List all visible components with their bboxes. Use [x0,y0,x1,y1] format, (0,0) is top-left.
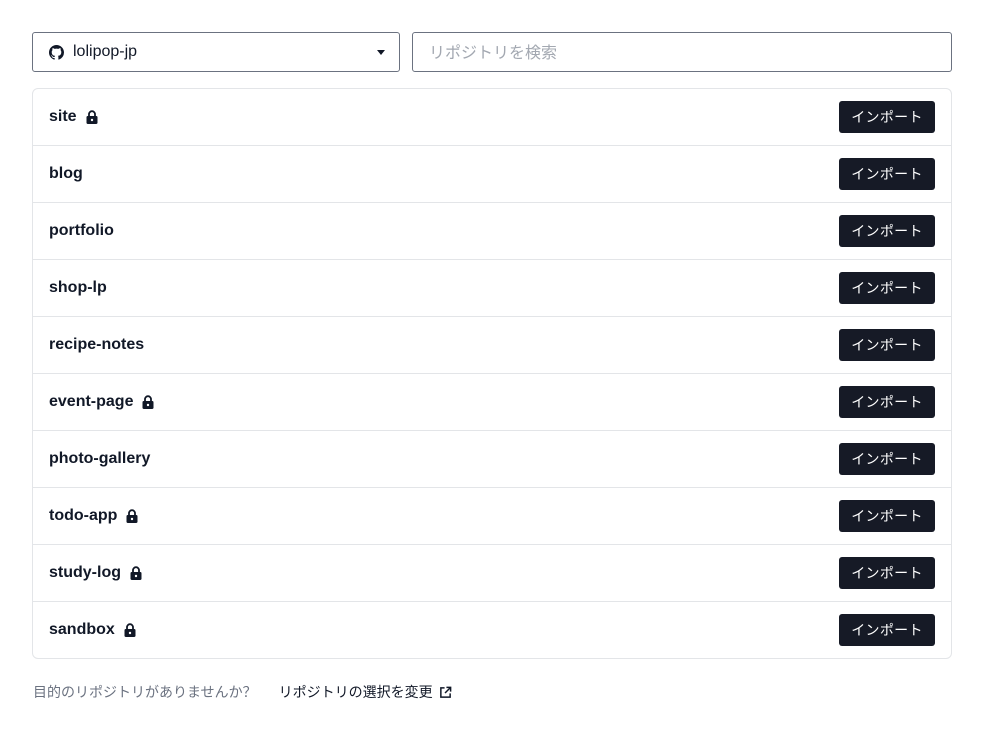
footer: 目的のリポジトリがありませんか？ リポジトリの選択を変更 [33,682,452,702]
import-button[interactable]: インポート [839,614,935,646]
repository-row: blog インポート [33,145,951,202]
repository-name: blog [49,165,83,182]
repository-import-panel: lolipop-jp site インポート blog インポート portfolio イン… [32,32,952,659]
footer-hint: 目的のリポジトリがありませんか？ [33,685,257,701]
account-select[interactable]: lolipop-jp [32,32,400,72]
import-button[interactable]: インポート [839,557,935,589]
lock-icon [126,509,138,523]
toolbar: lolipop-jp [32,32,952,72]
repository-row: portfolio インポート [33,202,951,259]
lock-icon [142,395,154,409]
import-button[interactable]: インポート [839,101,935,133]
account-select-value: lolipop-jp [73,43,138,60]
repository-name: shop-lp [49,279,107,296]
import-button[interactable]: インポート [839,329,935,361]
repository-row: recipe-notes インポート [33,316,951,373]
repository-row: study-log インポート [33,544,951,601]
lock-icon [86,110,98,124]
repository-name: site [49,108,77,125]
lock-icon [130,566,142,580]
repository-row: photo-gallery インポート [33,430,951,487]
repository-name: todo-app [49,507,118,524]
repository-name: sandbox [49,621,115,638]
repository-row: sandbox インポート [33,601,951,658]
repository-name: photo-gallery [49,450,151,467]
github-icon [49,44,64,60]
import-button[interactable]: インポート [839,500,935,532]
repository-name: study-log [49,564,121,581]
chevron-down-icon [377,49,385,55]
change-repository-selection-link[interactable]: リポジトリの選択を変更 [279,682,452,702]
import-button[interactable]: インポート [839,272,935,304]
repository-row: shop-lp インポート [33,259,951,316]
import-button[interactable]: インポート [839,386,935,418]
repository-row: todo-app インポート [33,487,951,544]
repository-name: event-page [49,393,134,410]
repository-row: site インポート [33,89,951,145]
repository-name: recipe-notes [49,336,145,353]
import-button[interactable]: インポート [839,158,935,190]
lock-icon [124,623,136,637]
external-link-icon [439,686,452,699]
change-repository-selection-label: リポジトリの選択を変更 [278,685,433,701]
import-button[interactable]: インポート [839,443,935,475]
repository-name: portfolio [49,222,114,239]
repository-list: site インポート blog インポート portfolio インポート shop-lp イ… [32,88,952,659]
repository-row: event-page インポート [33,373,951,430]
repository-search-input[interactable] [412,32,952,72]
import-button[interactable]: インポート [839,215,935,247]
